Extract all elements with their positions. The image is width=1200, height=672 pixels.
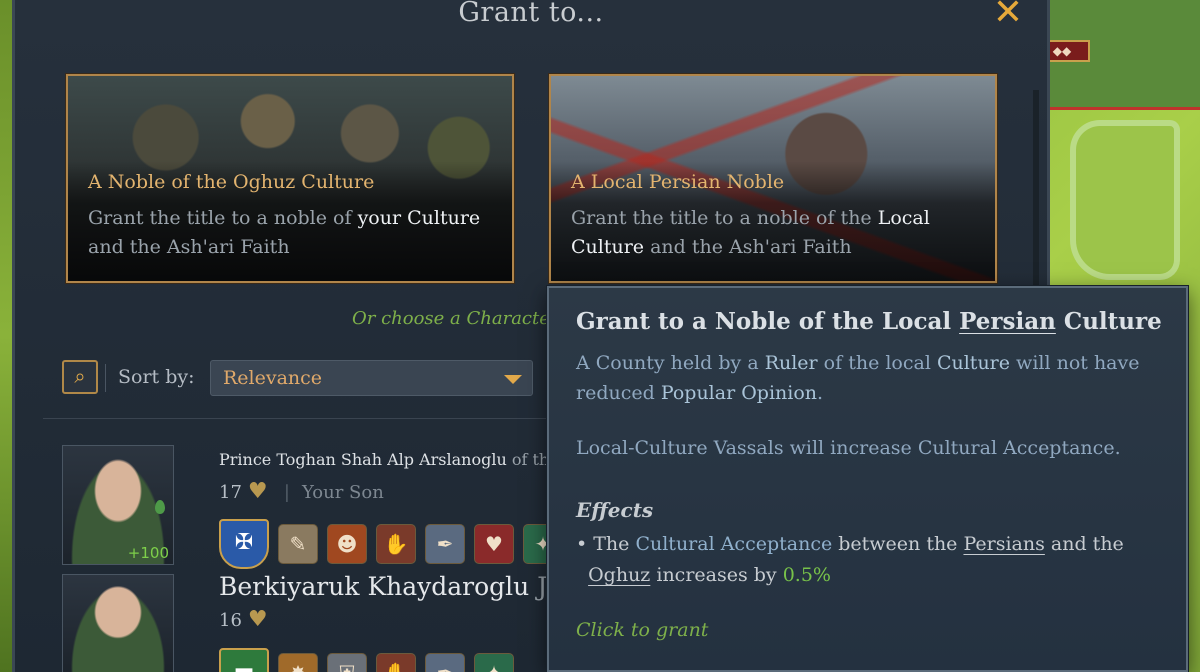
sort-label: Sort by: (118, 366, 195, 388)
chevron-down-icon (504, 375, 522, 384)
character-name[interactable]: Prince Toghan Shah Alp Arslanoglu of the (219, 450, 552, 469)
character-age: 16 (219, 609, 242, 631)
skill-trait-icon[interactable]: ✒ (425, 524, 465, 564)
close-icon[interactable]: ✕ (991, 0, 1025, 32)
sort-dropdown[interactable]: Relevance (210, 360, 533, 396)
map-region-highlight[interactable] (1070, 120, 1180, 280)
trait-icon[interactable]: ✒ (425, 653, 465, 672)
divider (105, 364, 106, 392)
character-info-row: 17 ♥ | Your Son (219, 481, 384, 503)
heart-icon: ♥ (247, 479, 268, 504)
separator: | (283, 481, 290, 503)
card-title: A Local Persian Noble (571, 171, 785, 193)
character-portrait[interactable] (62, 574, 174, 672)
faith-drop-icon (155, 500, 165, 514)
character-relation: Your Son (301, 481, 384, 503)
grant-option-local-card[interactable]: A Local Persian Noble Grant the title to… (548, 73, 998, 284)
effects-heading: Effects (576, 498, 654, 522)
window-title: Grant to... (458, 0, 604, 28)
character-portrait[interactable]: +100 (62, 445, 174, 565)
sort-value: Relevance (223, 367, 323, 389)
effect-line: • The Cultural Acceptance between the Pe… (576, 533, 1124, 586)
trait-icon[interactable]: ✋ (376, 653, 416, 672)
card-title: A Noble of the Oghuz Culture (88, 171, 375, 193)
education-trait-icon[interactable]: ✎ (278, 524, 318, 564)
character-name[interactable]: Berkiyaruk Khaydaroglu Jabi (219, 572, 552, 601)
click-to-grant-hint: Click to grant (576, 619, 709, 641)
card-description: Grant the title to a noble of your Cultu… (88, 207, 481, 258)
or-choose-character-label: Or choose a Character (352, 308, 559, 329)
trait-icon[interactable]: ⛨ (327, 653, 367, 672)
tooltip-note: Local-Culture Vassals will increase Cult… (576, 437, 1121, 459)
tooltip-title: Grant to a Noble of the Local Persian Cu… (576, 308, 1162, 335)
trait-row: ▬ ✸ ⛨ ✋ ✒ ✦ (219, 648, 514, 672)
divider (43, 418, 553, 419)
trait-row: ✠ ✎ ☻ ✋ ✒ ♥ ✦ (219, 519, 563, 569)
personality-trait-icon[interactable]: ☻ (327, 524, 367, 564)
card-description: Grant the title to a noble of the Local … (571, 207, 930, 258)
trait-icon[interactable]: ✸ (278, 653, 318, 672)
character-age: 17 (219, 481, 242, 503)
coat-of-arms-icon[interactable]: ▬ (219, 648, 269, 672)
search-icon[interactable]: ⌕ (62, 360, 98, 394)
trait-icon[interactable]: ✦ (474, 653, 514, 672)
coat-of-arms-icon[interactable]: ✠ (219, 519, 269, 569)
grant-option-culture-card[interactable]: A Noble of the Oghuz Culture Grant the t… (65, 73, 515, 284)
tooltip: Grant to a Noble of the Local Persian Cu… (547, 286, 1188, 672)
personality-trait-icon[interactable]: ♥ (474, 524, 514, 564)
heart-icon: ♥ (247, 607, 268, 632)
personality-trait-icon[interactable]: ✋ (376, 524, 416, 564)
character-info-row: 16 ♥ (219, 609, 272, 631)
opinion-bonus: +100 (127, 544, 169, 562)
tooltip-description: A County held by a Ruler of the local Cu… (576, 352, 1140, 404)
